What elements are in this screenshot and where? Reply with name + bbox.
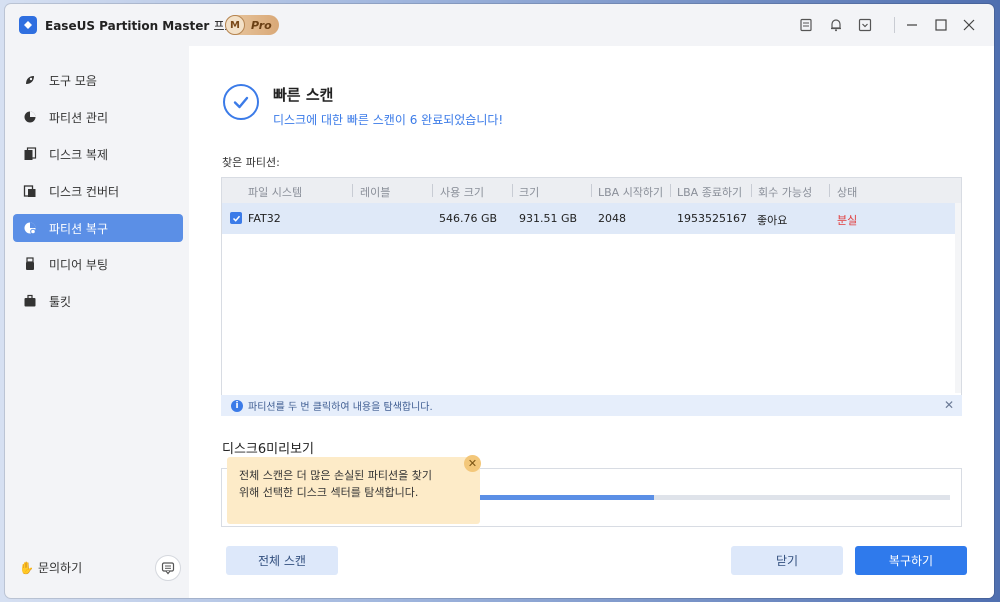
badge-text: Pro	[251, 18, 272, 32]
hand-icon: ✋	[19, 560, 34, 575]
cell-lba-start: 2048	[598, 212, 626, 225]
sidebar-item-label: 디스크 컨버터	[49, 184, 120, 199]
pro-badge[interactable]: M Pro	[225, 15, 279, 35]
sidebar-item-toolbox[interactable]: 도구 모음	[13, 66, 183, 94]
app-name: EaseUS Partition Master	[45, 19, 210, 33]
column-lba-start[interactable]: LBA 시작하기	[598, 184, 663, 200]
column-divider	[432, 184, 433, 197]
rocket-icon	[23, 73, 37, 87]
column-divider	[352, 184, 353, 197]
column-divider	[591, 184, 592, 197]
full-scan-button[interactable]: 전체 스캔	[226, 546, 338, 575]
column-file-system[interactable]: 파일 시스템	[248, 184, 302, 200]
title-bar: EaseUS Partition Master 프로 버전 M Pro	[5, 4, 994, 46]
column-divider	[751, 184, 752, 197]
sidebar-item-label: 디스크 복제	[49, 147, 109, 162]
preview-progress-track	[472, 495, 950, 500]
column-status[interactable]: 상태	[837, 184, 857, 200]
chat-button[interactable]	[155, 555, 181, 581]
app-window: EaseUS Partition Master 프로 버전 M Pro	[5, 4, 994, 598]
column-divider	[670, 184, 671, 197]
found-partitions-label: 찾은 파티션:	[222, 156, 280, 169]
close-button[interactable]: 닫기	[731, 546, 843, 575]
sidebar-item-label: 도구 모음	[49, 73, 97, 88]
column-label[interactable]: 레이블	[360, 184, 390, 200]
sidebar-item-disk-converter[interactable]: 디스크 컨버터	[13, 177, 183, 205]
pie-icon	[23, 110, 37, 124]
cell-status: 분실	[837, 214, 858, 227]
app-logo-icon	[19, 16, 37, 34]
sidebar-item-disk-clone[interactable]: 디스크 복제	[13, 140, 183, 168]
full-scan-tooltip: 전체 스캔은 더 많은 손실된 파티션을 찾기 위해 선택한 디스크 섹터를 탐…	[227, 457, 480, 524]
table-row[interactable]: FAT32 546.76 GB 931.51 GB 2048 195352516…	[222, 203, 955, 234]
toolkit-icon	[23, 294, 37, 308]
chat-icon	[161, 562, 175, 575]
sidebar-item-toolkit[interactable]: 툴킷	[13, 287, 183, 315]
tooltip-close-icon[interactable]: ✕	[464, 455, 481, 472]
sidebar-item-label: 파티션 복구	[49, 221, 109, 236]
recovery-icon	[23, 221, 37, 235]
table-header: 파일 시스템 레이블 사용 크기 크기 LBA 시작하기 LBA 종료하기 회수…	[222, 178, 961, 203]
sidebar: 도구 모음 파티션 관리 디스크 복제 디스크 컨버터 파티션 복구 미디어 부…	[5, 46, 189, 598]
minimize-icon[interactable]	[903, 16, 921, 34]
cell-lba-end: 1953525167	[677, 212, 747, 225]
column-recoverability[interactable]: 회수 가능성	[758, 184, 812, 200]
close-icon[interactable]	[960, 16, 978, 34]
contact-link[interactable]: ✋ 문의하기	[19, 559, 82, 576]
column-size[interactable]: 크기	[519, 184, 539, 200]
tooltip-line: 위해 선택한 디스크 섹터를 탐색합니다.	[239, 486, 419, 499]
sidebar-item-partition-recovery[interactable]: 파티션 복구	[13, 214, 183, 242]
maximize-icon[interactable]	[932, 16, 950, 34]
clone-icon	[23, 147, 37, 161]
info-bar: i 파티션를 두 번 클릭하여 내용을 탐색합니다. ✕	[221, 395, 962, 416]
info-icon: i	[231, 399, 243, 412]
usb-icon	[23, 257, 37, 271]
download-icon[interactable]	[856, 16, 874, 34]
cell-used-size: 546.76 GB	[439, 212, 498, 225]
tooltip-line: 전체 스캔은 더 많은 손실된 파티션을 찾기	[239, 469, 433, 482]
info-text: 파티션를 두 번 클릭하여 내용을 탐색합니다.	[248, 402, 433, 413]
recover-button[interactable]: 복구하기	[855, 546, 967, 575]
main-panel: 빠른 스캔 디스크에 대한 빠른 스캔이 6 완료되었습니다! 찾은 파티션: …	[189, 46, 994, 598]
convert-icon	[23, 184, 37, 198]
cell-recoverability: 좋아요	[757, 214, 788, 227]
sidebar-item-label: 파티션 관리	[49, 110, 109, 125]
cell-size: 931.51 GB	[519, 212, 578, 225]
sidebar-item-bootable-media[interactable]: 미디어 부팅	[13, 250, 183, 278]
contact-label: 문의하기	[37, 561, 83, 575]
sidebar-item-label: 미디어 부팅	[49, 257, 109, 272]
scan-title: 빠른 스캔	[273, 86, 334, 104]
bell-icon[interactable]	[827, 16, 845, 34]
notes-icon[interactable]	[797, 16, 815, 34]
sidebar-item-label: 툴킷	[49, 294, 72, 309]
table-scrollbar[interactable]	[955, 203, 961, 393]
scan-subtitle: 디스크에 대한 빠른 스캔이 6 완료되었습니다!	[273, 113, 504, 127]
check-circle-icon	[223, 84, 259, 120]
column-divider	[512, 184, 513, 197]
info-close-icon[interactable]: ✕	[944, 398, 954, 412]
disk-preview-label: 디스크6미리보기	[222, 442, 314, 457]
sidebar-item-partition-manager[interactable]: 파티션 관리	[13, 103, 183, 131]
row-checkbox[interactable]	[230, 212, 242, 224]
column-used-size[interactable]: 사용 크기	[440, 184, 484, 200]
cell-file-system: FAT32	[248, 212, 281, 225]
partition-table: 파일 시스템 레이블 사용 크기 크기 LBA 시작하기 LBA 종료하기 회수…	[221, 177, 962, 415]
column-divider	[829, 184, 830, 197]
badge-letter: M	[225, 15, 245, 35]
titlebar-divider	[894, 17, 895, 33]
preview-progress-fill	[472, 495, 654, 500]
column-lba-end[interactable]: LBA 종료하기	[677, 184, 742, 200]
